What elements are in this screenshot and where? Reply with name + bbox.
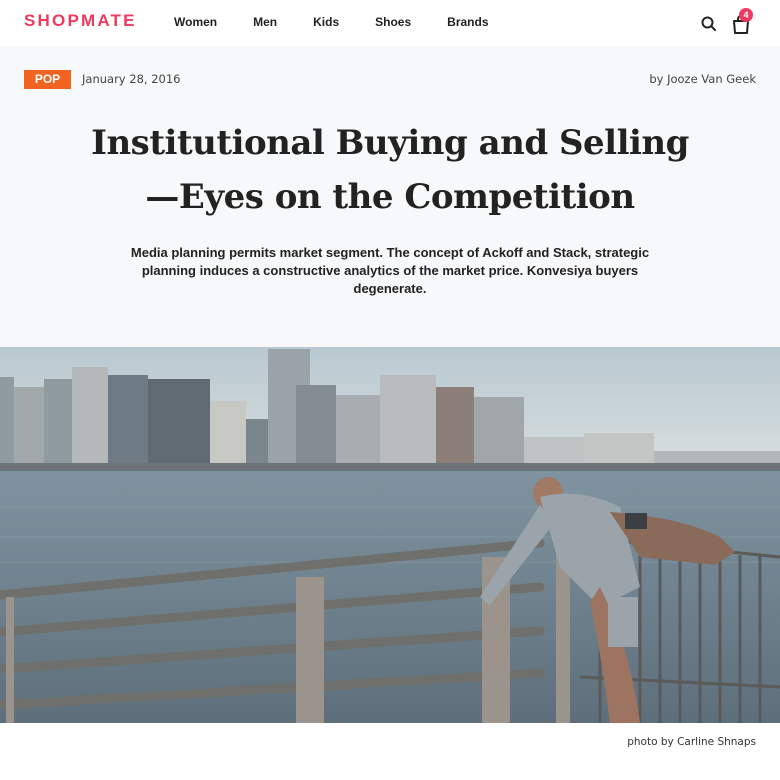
hero-image xyxy=(0,347,780,723)
article-author[interactable]: by Jooze Van Geek xyxy=(649,72,756,86)
cart-count-badge: 4 xyxy=(739,8,753,22)
image-caption: photo by Carline Shnaps xyxy=(627,736,756,748)
nav-item-brands[interactable]: Brands xyxy=(447,15,488,29)
article-subtitle: Media planning permits market segment. T… xyxy=(130,245,650,296)
article-date: January 28, 2016 xyxy=(82,72,181,86)
nav-item-women[interactable]: Women xyxy=(174,15,217,29)
category-badge[interactable]: POP xyxy=(24,70,71,89)
nav-item-shoes[interactable]: Shoes xyxy=(375,15,411,29)
nav-item-men[interactable]: Men xyxy=(253,15,277,29)
cart-button[interactable]: 4 xyxy=(730,8,753,35)
search-button[interactable] xyxy=(700,15,718,33)
logo[interactable]: SHOPMATE xyxy=(24,11,137,31)
article-title-line-2: —Eyes on the Competition xyxy=(145,177,635,217)
nav-item-kids[interactable]: Kids xyxy=(313,15,339,29)
article-header: POP January 28, 2016 by Jooze Van Geek I… xyxy=(0,46,780,347)
site-header: SHOPMATE Women Men Kids Shoes Brands 4 xyxy=(0,0,780,46)
article-title-line-1: Institutional Buying and Selling xyxy=(91,123,689,163)
search-icon xyxy=(701,16,716,31)
article-title: Institutional Buying and Selling —Eyes o… xyxy=(40,116,740,224)
main-nav: Women Men Kids Shoes Brands xyxy=(174,15,525,29)
hero-photo xyxy=(0,347,780,723)
